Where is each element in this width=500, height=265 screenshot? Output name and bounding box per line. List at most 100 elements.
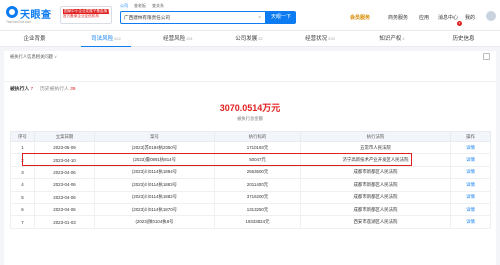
logo[interactable]: 天眼查 TianYanCha.com: [6, 6, 51, 26]
total-amount: 3070.0514万元: [219, 103, 281, 113]
filing-date: 2023-04-10: [34, 153, 95, 167]
subtab-count: 39: [70, 87, 76, 92]
table-row: 7 2023-01-03 (2023)陕0104执8号 19333824元 西安…: [10, 215, 491, 229]
search-tab-boss[interactable]: 查老板: [134, 3, 146, 9]
execution-amount: 2011400元: [214, 178, 301, 192]
tab-operating-status[interactable]: 经营状况293: [284, 31, 356, 47]
subtab-label: 被执行人: [10, 87, 30, 92]
summary: 3070.0514万元 被执行总金额: [4, 101, 496, 122]
top-header: 天眼查 TianYanCha.com 国家中小企业发展子基金旗下 官方备案企业征…: [0, 0, 500, 31]
table-row: 5 2023-04-06 (2023)川0114执1882号 3716200元 …: [10, 190, 491, 204]
eye-logo-icon: [6, 6, 18, 18]
search-tab-company[interactable]: 公司: [120, 3, 128, 9]
detail-link[interactable]: 详情: [450, 202, 491, 217]
filing-date: 2023-04-06: [34, 190, 95, 204]
detail-link[interactable]: 详情: [450, 190, 491, 204]
row-index: 3: [10, 165, 35, 180]
executed-table: 序号 立案日期 案号 执行标的 执行法院 操作 1 2023-05-09 (20…: [10, 131, 491, 229]
subtab-executed[interactable]: 被执行人 7: [10, 85, 33, 92]
faq-hint[interactable]: 被执行人信息相关问题 ∨: [10, 54, 57, 60]
subtab-history-executed[interactable]: 历史被执行人 39: [40, 85, 75, 92]
tab-count: 32: [258, 36, 263, 41]
official-badge: 国家中小企业发展子基金旗下 官方备案企业征信机构: [60, 6, 112, 24]
case-number: (2023)川0114执1882号: [94, 190, 215, 204]
filing-date: 2023-04-06: [34, 202, 95, 217]
execution-court: 成都市新都区人民法院: [300, 190, 451, 204]
table-row: 6 2023-04-06 (2023)川0114执1870号 1313250元 …: [10, 202, 491, 217]
subtab-count: 7: [30, 87, 34, 92]
row-index: 5: [10, 190, 35, 204]
case-number: (2023)苏0184执2050号: [94, 140, 215, 155]
tab-background[interactable]: 企业背景: [0, 31, 70, 47]
row-index: 1: [10, 140, 35, 155]
detail-link[interactable]: 详情: [450, 215, 491, 229]
chevron-down-icon: ∨: [54, 54, 58, 59]
message-center-link[interactable]: 消息中心: [438, 14, 458, 21]
table-row: 4 2023-04-06 (2023)川0114执1883号 2011400元 …: [10, 178, 491, 192]
logo-subtitle: TianYanCha.com: [6, 20, 32, 24]
case-number: (2023)川0114执1884号: [94, 165, 215, 180]
tab-history[interactable]: 历史信息: [428, 31, 500, 47]
filing-date: 2023-04-06: [34, 178, 95, 192]
faq-hint-label: 被执行人信息相关问题: [10, 54, 53, 59]
tab-label: 历史信息: [452, 36, 475, 42]
case-number: (2023)川0114执1870号: [94, 202, 215, 217]
tab-judicial-risk[interactable]: 司法风险322: [70, 31, 142, 47]
business-service-link[interactable]: 商务服务: [388, 14, 408, 21]
tab-label: 司法风险: [91, 36, 114, 42]
detail-link[interactable]: 详情: [450, 178, 491, 192]
detail-link[interactable]: 详情: [450, 153, 491, 167]
row-index: 2: [10, 153, 35, 167]
execution-court: 五常市人民法院: [300, 140, 451, 155]
execution-court: 西安市莲湖区人民法院: [300, 215, 451, 229]
clear-icon[interactable]: ×: [258, 15, 261, 21]
search-button[interactable]: 天眼一下: [266, 11, 296, 24]
col-header: 案号: [94, 131, 215, 142]
execution-amount: 2563600元: [214, 165, 301, 180]
tab-count: 151: [186, 36, 193, 41]
execution-amount: 1710193元: [214, 140, 301, 155]
filing-date: 2023-04-06: [34, 165, 95, 180]
case-number: (2023)陕0104执8号: [94, 215, 215, 229]
col-header[interactable]: 执行标的: [214, 131, 301, 142]
col-header: 序号: [10, 131, 35, 142]
tab-ip[interactable]: 知识产权4: [356, 31, 428, 47]
vip-service-link[interactable]: 会员服务: [350, 14, 370, 21]
table-row: 2 2023-04-10 (2023)鲁0891执814号 50047元 济宁高…: [10, 153, 491, 167]
col-header: 操作: [450, 131, 491, 142]
execution-court: 成都市新都区人民法院: [300, 165, 451, 180]
divider: [4, 81, 496, 82]
tab-label: 经营状况: [305, 36, 328, 42]
module-tabs: 企业背景 司法风险322 经营风险151 公司发展32 经营状况293 知识产权…: [0, 31, 500, 47]
execution-court: 济宁高新技术产业开发区人民法院: [300, 153, 451, 167]
search-tab-relation[interactable]: 查关系: [152, 3, 164, 9]
execution-amount: 1313250元: [214, 202, 301, 217]
total-amount-label: 被执行总金额: [237, 116, 263, 121]
mine-link[interactable]: 我的: [465, 14, 475, 21]
case-number: (2023)川0114执1883号: [94, 178, 215, 192]
tab-label: 企业背景: [23, 36, 46, 42]
execution-amount: 19333824元: [214, 215, 301, 229]
badge-line: 官方备案企业征信机构: [63, 14, 99, 18]
tab-development[interactable]: 公司发展32: [214, 31, 284, 47]
tab-label: 知识产权: [379, 36, 402, 42]
detail-link[interactable]: 详情: [450, 140, 491, 155]
row-index: 4: [10, 178, 35, 192]
tab-count: 293: [328, 36, 335, 41]
table-row: 3 2023-04-06 (2023)川0114执1884号 2563600元 …: [10, 165, 491, 180]
avatar[interactable]: [486, 11, 496, 21]
filing-date: 2023-01-03: [34, 215, 95, 229]
app-link[interactable]: 应用: [419, 14, 429, 21]
detail-link[interactable]: 详情: [450, 165, 491, 180]
tab-operating-risk[interactable]: 经营风险151: [142, 31, 214, 47]
filing-date: 2023-05-09: [34, 140, 95, 155]
case-number: (2023)鲁0891执814号: [94, 153, 215, 167]
col-header[interactable]: 立案日期: [34, 131, 95, 142]
tab-count: 4: [402, 36, 405, 41]
collapse-icon[interactable]: [483, 53, 490, 60]
row-index: 6: [10, 202, 35, 217]
search-input[interactable]: [124, 12, 254, 23]
tab-count: 322: [114, 36, 121, 41]
col-header: 执行法院: [300, 131, 451, 142]
tab-label: 公司发展: [235, 36, 258, 42]
